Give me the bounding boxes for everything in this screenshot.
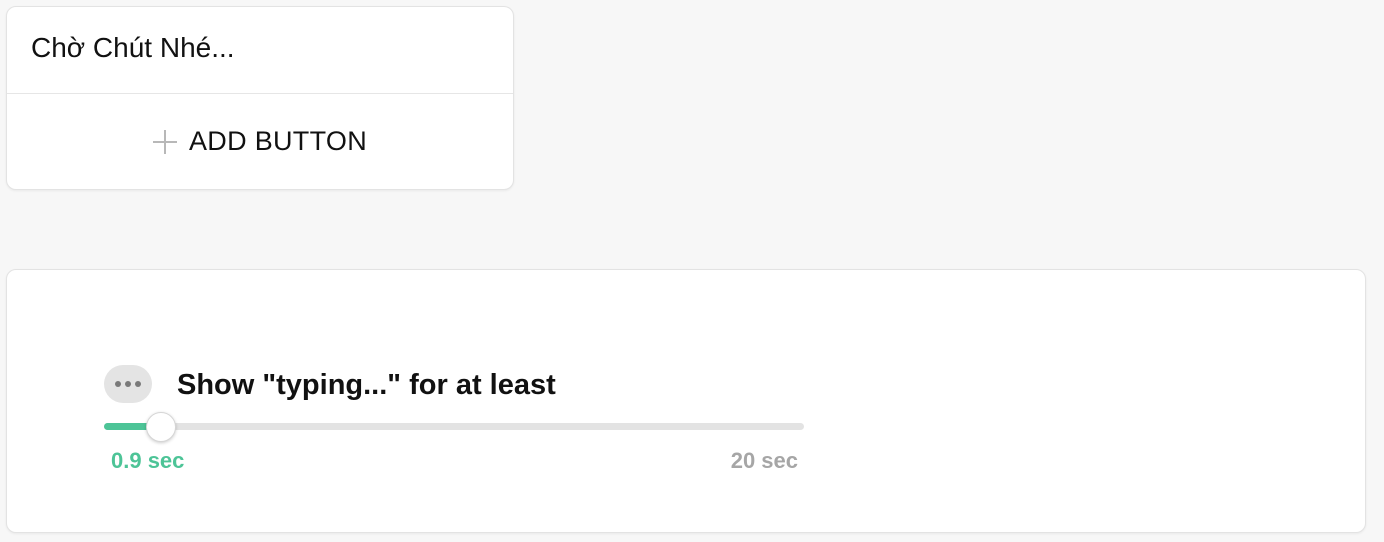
typing-duration-slider[interactable]	[104, 412, 804, 442]
slider-thumb[interactable]	[145, 412, 176, 442]
typing-dots-icon	[104, 365, 152, 403]
typing-title: Show "typing..." for at least	[177, 369, 556, 401]
typing-dot	[115, 381, 121, 387]
typing-dot	[135, 381, 141, 387]
text-message-card: Chờ Chút Nhé... ADD BUTTON	[6, 6, 514, 190]
add-button[interactable]: ADD BUTTON	[7, 94, 513, 189]
current-value-label: 0.9 sec	[111, 448, 185, 473]
max-value-label: 20 sec	[730, 448, 798, 473]
add-button-label: ADD BUTTON	[188, 126, 367, 156]
plus-icon	[152, 129, 177, 154]
typing-dot	[125, 381, 131, 387]
message-text[interactable]: Chờ Chút Nhé...	[31, 31, 235, 65]
typing-delay-card: Show "typing..." for at least 0.9 sec 20…	[6, 269, 1366, 533]
